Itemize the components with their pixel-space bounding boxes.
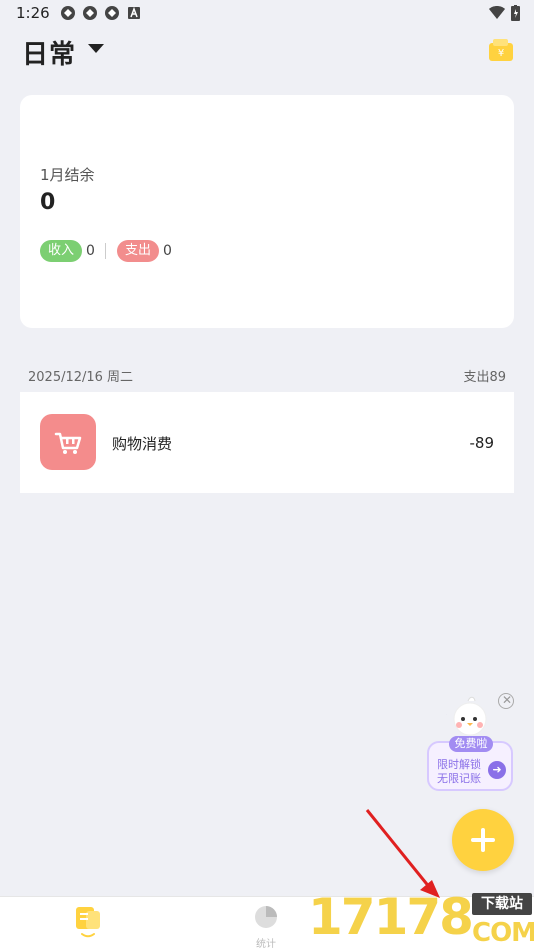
record-category: 购物消费 (112, 435, 173, 453)
promo-arrow-icon[interactable]: ➜ (488, 761, 506, 779)
summary-card (20, 95, 514, 328)
nav-bills-icon[interactable] (74, 905, 102, 939)
expense-value: 0 (163, 243, 172, 259)
promo-close-icon[interactable]: ✕ (498, 693, 514, 709)
ledger-title[interactable]: 日常 (22, 34, 76, 71)
ledger-dropdown-caret-icon[interactable] (88, 44, 104, 53)
summary-divider (105, 243, 106, 259)
notification-a-icon (128, 6, 140, 19)
add-record-button[interactable] (452, 809, 514, 871)
watermark-number: 17178 (308, 888, 474, 946)
record-day-total: 支出89 (463, 370, 506, 385)
wallet-icon[interactable]: ¥ (488, 38, 514, 62)
income-value: 0 (86, 243, 95, 259)
record-amount: -89 (469, 434, 495, 452)
balance-value: 0 (40, 190, 56, 215)
record-date-label: 2025/12/16 周二 (28, 370, 134, 385)
status-notification-icons (60, 5, 142, 21)
shopping-cart-icon (40, 414, 96, 470)
nav-stats-icon[interactable] (253, 904, 279, 930)
svg-text:¥: ¥ (498, 48, 504, 59)
promo-line-2: 无限记账 (437, 772, 481, 785)
wifi-icon (489, 6, 505, 19)
balance-label: 1月结余 (40, 166, 95, 184)
notification-app-icon (61, 6, 75, 20)
status-system-icons (489, 5, 520, 21)
notification-app-icon (105, 6, 119, 20)
promo-badge: 免费啦 (449, 736, 493, 752)
watermark-suffix: COM (472, 918, 534, 948)
notification-app-icon (83, 6, 97, 20)
watermark-label: 下载站 (472, 893, 532, 915)
battery-icon (511, 5, 520, 21)
income-badge: 收入 (40, 240, 83, 262)
expense-badge: 支出 (117, 240, 160, 262)
nav-stats-label[interactable]: 统计 (256, 935, 276, 950)
status-time: 1:26 (16, 4, 50, 22)
promo-bird-icon[interactable] (446, 695, 492, 737)
